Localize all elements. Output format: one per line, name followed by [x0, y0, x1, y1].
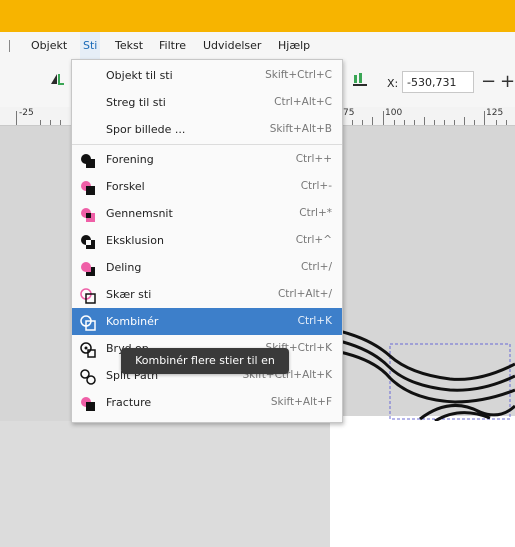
ruler-label: -25	[19, 108, 34, 118]
menu-item-shortcut: Skift+Ctrl+C	[265, 69, 332, 81]
menu-item-gennemsnit[interactable]: Gennemsnit Ctrl+*	[72, 200, 342, 227]
menu-objekt[interactable]: Objekt	[28, 32, 70, 59]
document-page[interactable]	[330, 416, 515, 547]
menu-item-shortcut: Ctrl+*	[299, 207, 332, 219]
ruler-tick	[414, 120, 415, 125]
menu-sti[interactable]: Sti	[80, 32, 101, 59]
menu-item-shortcut: Ctrl+^	[295, 234, 332, 246]
menu-item-eksklusion[interactable]: Eksklusion Ctrl+^	[72, 227, 342, 254]
ruler-tick	[484, 111, 485, 125]
ruler-tick	[404, 120, 405, 125]
ruler-tick	[434, 120, 435, 125]
combine-tooltip: Kombinér flere stier til en	[121, 348, 289, 374]
menu-item-shortcut: Ctrl+-	[300, 180, 332, 192]
ruler-tick	[362, 120, 363, 125]
ruler-tick	[444, 120, 445, 125]
menu-item-label: Forening	[106, 153, 154, 166]
menu-item-fracture[interactable]: Fracture Skift+Alt+F	[72, 389, 342, 416]
ruler-label: 125	[486, 108, 504, 118]
drawing-artwork[interactable]	[330, 324, 515, 421]
ruler-tick	[16, 111, 17, 125]
combine-icon	[80, 314, 96, 331]
ruler-tick	[372, 117, 373, 125]
menu-item-label: Fracture	[106, 396, 152, 409]
menu-item-skaer-sti[interactable]: Skær sti Ctrl+Alt+/	[72, 281, 342, 308]
ruler-tick	[394, 120, 395, 125]
break-apart-icon	[80, 341, 96, 358]
menu-item-label: Forskel	[106, 180, 145, 193]
ruler-tick	[40, 120, 41, 125]
ruler-tick	[464, 117, 465, 125]
menu-tekst[interactable]: Tekst	[112, 32, 146, 59]
menubar-separator	[9, 40, 10, 52]
menu-item-forening[interactable]: Forening Ctrl++	[72, 146, 342, 173]
ruler-tick	[506, 120, 507, 125]
menu-item-shortcut: Ctrl++	[295, 153, 332, 165]
menu-item-label: Kombinér	[106, 315, 159, 328]
menu-item-objekt-til-sti[interactable]: Objekt til sti Skift+Ctrl+C	[72, 62, 342, 89]
x-increment-button[interactable]: +	[500, 71, 515, 93]
window-titlebar	[0, 0, 515, 32]
division-icon	[80, 260, 96, 276]
menu-item-label: Gennemsnit	[106, 207, 173, 220]
menu-item-label: Streg til sti	[106, 96, 166, 109]
intersection-icon	[80, 206, 96, 222]
menu-item-forskel[interactable]: Forskel Ctrl+-	[72, 173, 342, 200]
menu-item-shortcut: Skift+Alt+F	[270, 396, 332, 408]
ruler-tick	[352, 120, 353, 125]
menu-item-streg-til-sti[interactable]: Streg til sti Ctrl+Alt+C	[72, 89, 342, 116]
align-icon[interactable]	[352, 71, 368, 91]
menu-item-label: Skær sti	[106, 288, 152, 301]
fracture-icon	[80, 395, 96, 411]
menu-item-shortcut: Ctrl+/	[300, 261, 332, 273]
menu-item-shortcut: Ctrl+Alt+/	[277, 288, 332, 300]
menu-item-label: Eksklusion	[106, 234, 164, 247]
x-decrement-button[interactable]: −	[481, 71, 496, 93]
union-icon	[80, 152, 96, 168]
menu-item-label: Deling	[106, 261, 142, 274]
menu-item-kombiner[interactable]: Kombinér Ctrl+K	[72, 308, 342, 335]
menu-item-shortcut: Ctrl+K	[297, 315, 332, 327]
ruler-tick	[496, 120, 497, 125]
x-label: X:	[387, 77, 399, 90]
x-coordinate-input[interactable]: -530,731	[402, 71, 474, 93]
ruler-tick	[50, 120, 51, 125]
ruler-tick	[474, 120, 475, 125]
flip-icon[interactable]	[49, 71, 65, 91]
menu-item-label: Objekt til sti	[106, 69, 173, 82]
ruler-tick	[424, 117, 425, 125]
menubar: Objekt Sti Tekst Filtre Udvidelser Hjælp	[0, 32, 515, 60]
cut-path-icon	[80, 287, 96, 304]
ruler-tick	[454, 120, 455, 125]
menu-udvidelser[interactable]: Udvidelser	[200, 32, 264, 59]
split-path-icon	[80, 368, 96, 385]
ruler-tick	[60, 120, 61, 125]
menu-item-shortcut: Skift+Alt+B	[269, 123, 332, 135]
menu-filtre[interactable]: Filtre	[156, 32, 189, 59]
difference-icon	[80, 179, 96, 195]
menu-hjaelp[interactable]: Hjælp	[275, 32, 313, 59]
menu-item-label: Spor billede ...	[106, 123, 186, 136]
menu-item-deling[interactable]: Deling Ctrl+/	[72, 254, 342, 281]
ruler-label: 75	[343, 108, 355, 118]
menu-item-shortcut: Ctrl+Alt+C	[274, 96, 332, 108]
ruler-tick	[383, 111, 384, 125]
menu-item-spor-billede[interactable]: Spor billede ... Skift+Alt+B	[72, 116, 342, 143]
menu-divider	[72, 144, 342, 145]
ruler-label: 100	[385, 108, 403, 118]
exclusion-icon	[80, 233, 96, 249]
